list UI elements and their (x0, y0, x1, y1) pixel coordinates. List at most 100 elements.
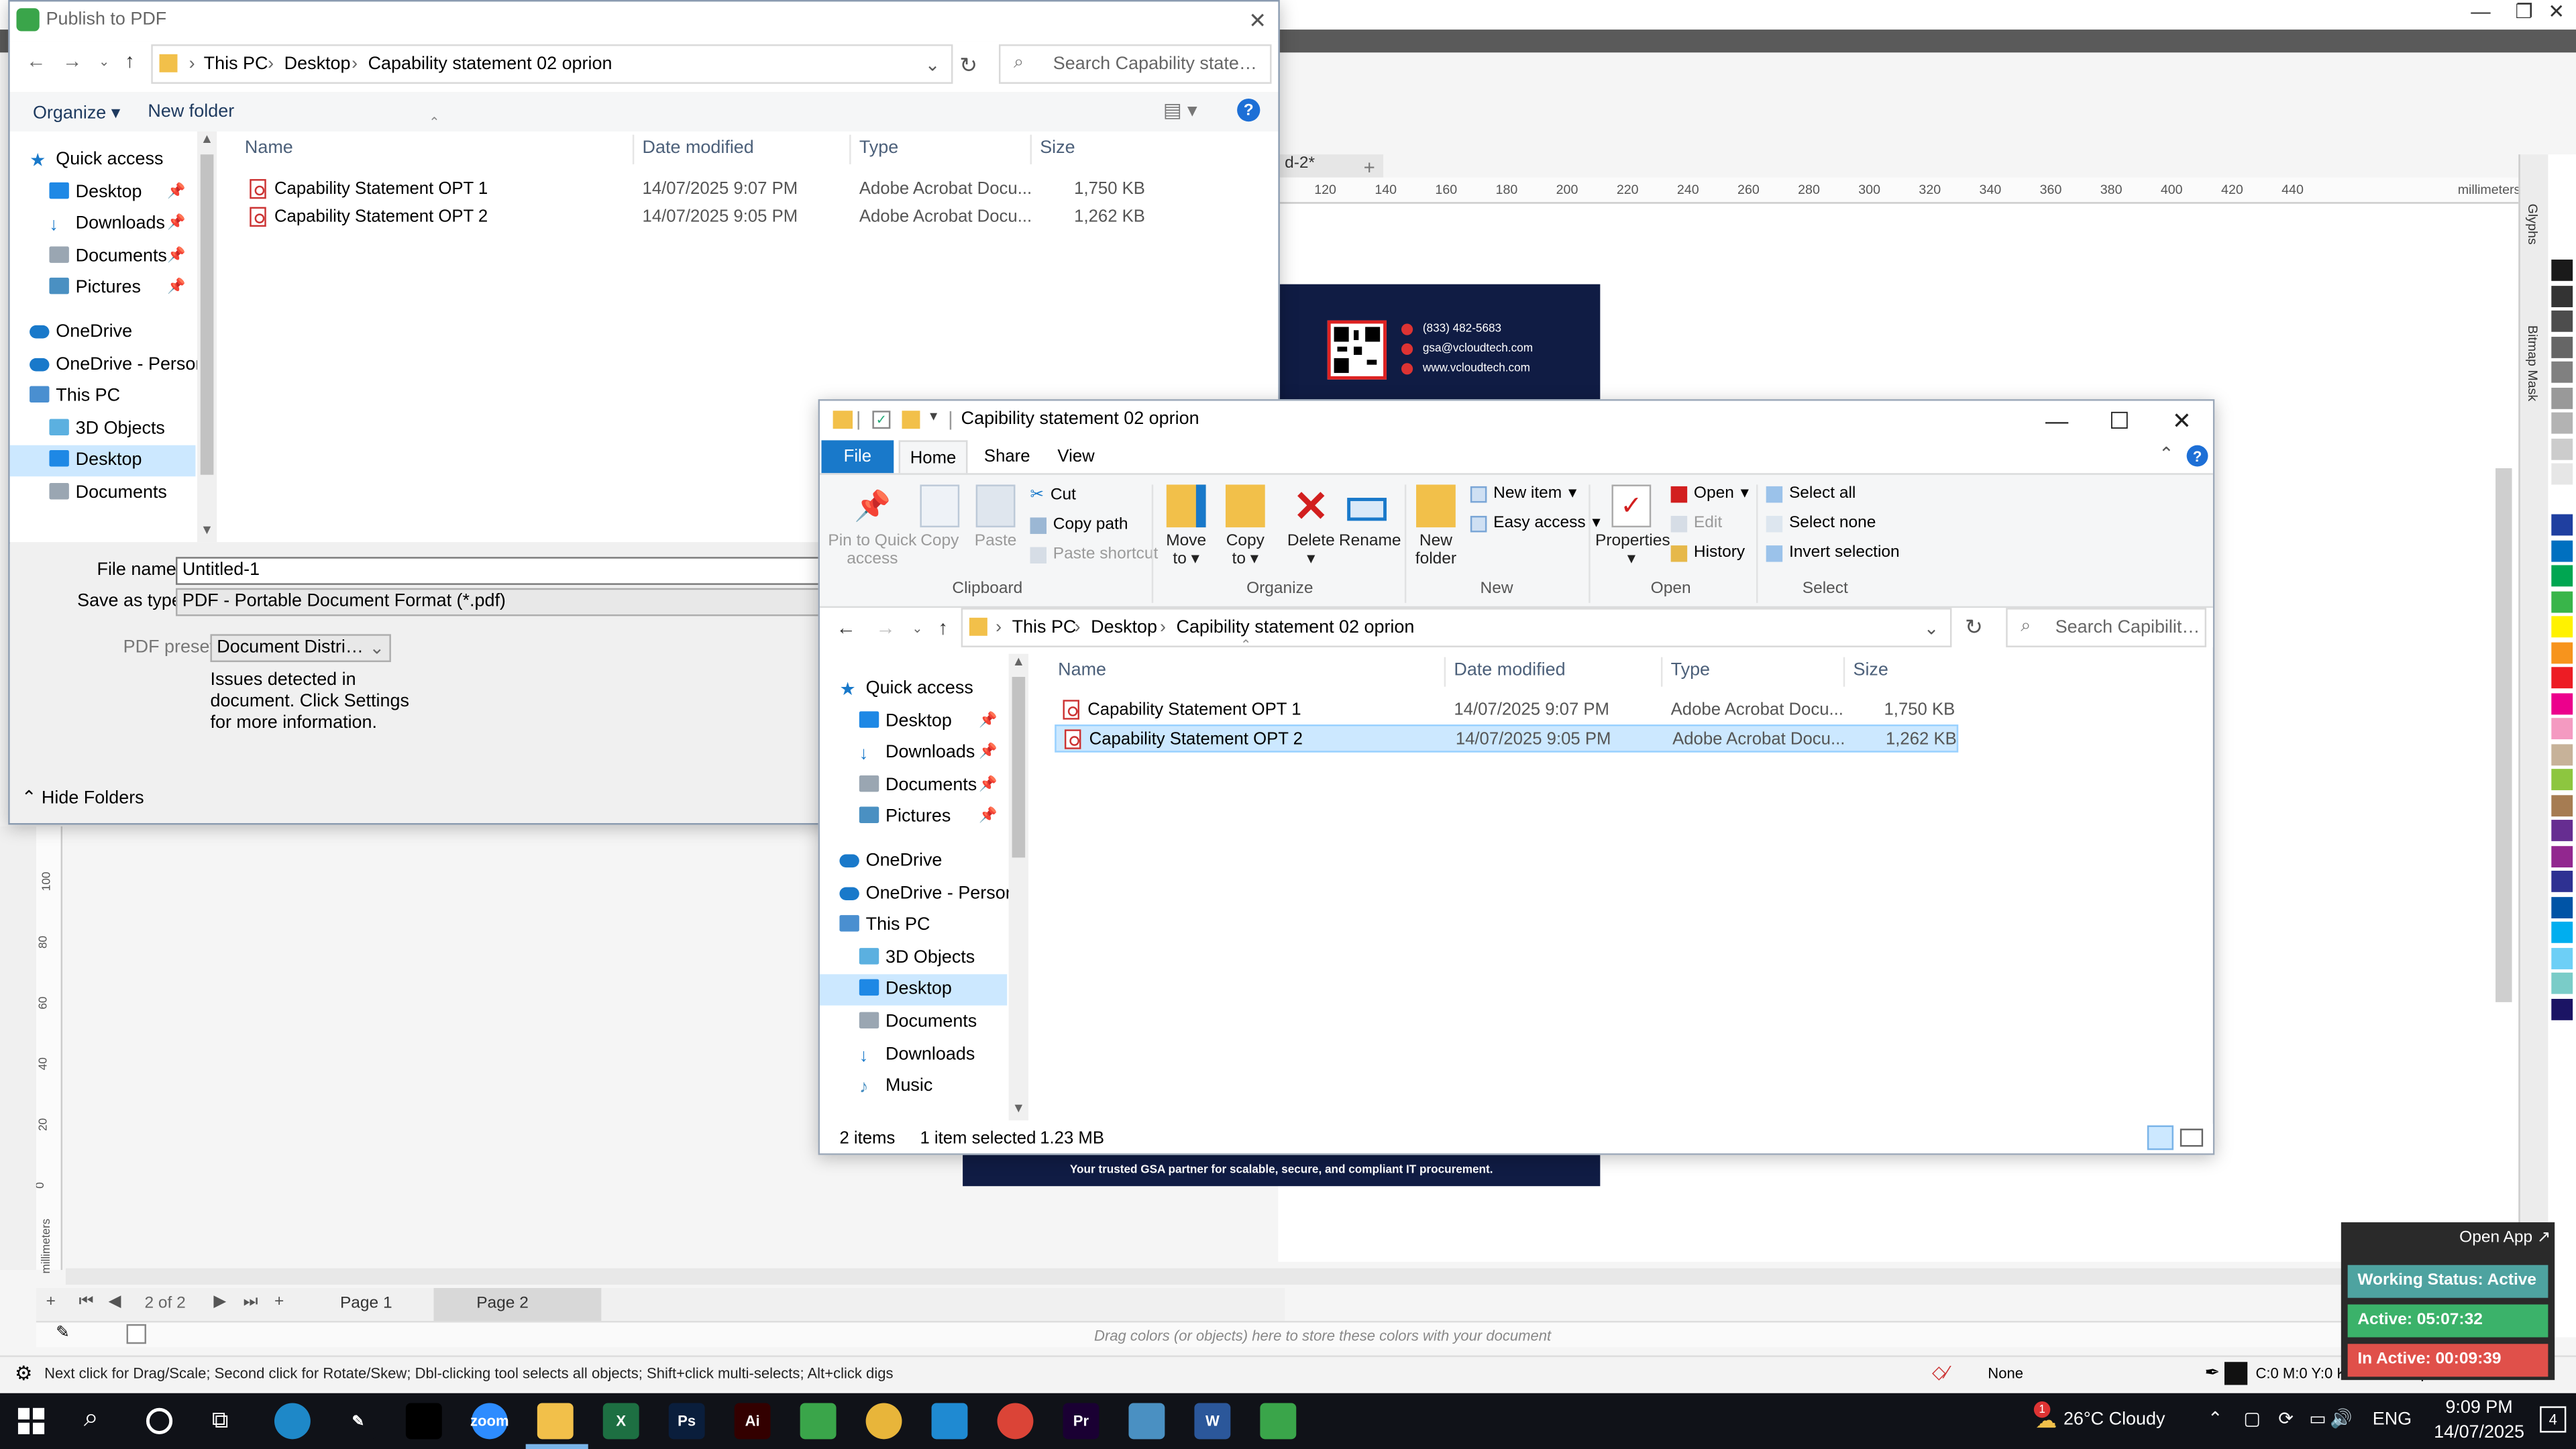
new-folder-button[interactable]: New folder (1411, 484, 1460, 568)
vertical-scrollbar[interactable] (2496, 468, 2512, 1002)
color-swatch[interactable] (2551, 870, 2573, 892)
color-swatch[interactable] (2551, 386, 2573, 409)
add-tab-icon[interactable]: + (1364, 156, 1375, 179)
properties-check-icon[interactable]: ✓ (872, 411, 891, 429)
copy-path-button[interactable]: Copy path (1030, 516, 1128, 534)
column-header-date-modified[interactable]: Date modified (1454, 660, 1565, 680)
copy-button[interactable]: Copy (915, 484, 964, 550)
copy-to-button[interactable]: Copy to ▾ (1218, 484, 1273, 568)
first-page-icon[interactable]: ⏮ (79, 1293, 94, 1311)
address-bar[interactable]: › This PC › Desktop › Capability stateme… (151, 44, 953, 84)
save-type-select[interactable]: PDF - Portable Document Format (*.pdf) (176, 588, 850, 616)
quick-access-dropdown-icon[interactable]: ▾ (930, 407, 937, 425)
column-header-size[interactable]: Size (1853, 660, 1888, 680)
pin-icon[interactable]: 📌 (979, 743, 997, 761)
column-divider[interactable] (632, 134, 635, 164)
file-row[interactable]: Capability Statement OPT 1 14/07/2025 9:0… (241, 176, 1161, 204)
zoom-icon[interactable]: zoom (470, 1403, 509, 1440)
page-tab-2[interactable]: Page 2 (433, 1288, 602, 1321)
nav-item-pictures[interactable]: Pictures 📌 (10, 273, 196, 305)
nav-item-music[interactable]: ♪ Music (820, 1071, 1007, 1103)
delete-button[interactable]: ✕ Delete ▾ (1283, 484, 1339, 568)
edit-button[interactable]: Edit (1670, 515, 1722, 532)
next-page-icon[interactable]: ▶ (213, 1293, 226, 1311)
nav-scrollbar[interactable]: ▲ ▼ (1008, 653, 1029, 1121)
nav-item-desktop[interactable]: Desktop 📌 (10, 176, 196, 208)
chevron-down-icon[interactable]: ⌄ (925, 54, 941, 75)
new-folder-button[interactable]: New folder (148, 102, 234, 121)
nav-item-desktop[interactable]: Desktop (820, 975, 1008, 1006)
nav-item-quick-access[interactable]: ★ Quick access (820, 674, 1007, 705)
minimize-icon[interactable]: — (2026, 401, 2088, 441)
cortana-icon[interactable] (146, 1407, 173, 1434)
color-swatch[interactable] (2551, 361, 2573, 383)
maximize-icon[interactable]: ☐ (2088, 401, 2151, 441)
view-options-icon[interactable]: ▤ ▾ (1163, 99, 1197, 121)
dropper-icon[interactable]: ✎ (56, 1324, 70, 1342)
forward-icon[interactable]: → (62, 49, 82, 72)
pin-quick-access-button[interactable]: 📌 Pin to Quick access (826, 484, 918, 569)
nav-item-onedrive[interactable]: OneDrive (10, 317, 196, 349)
forward-icon[interactable]: → (875, 616, 895, 639)
close-icon[interactable]: ✕ (2548, 0, 2565, 23)
organize-button[interactable]: Organize ▾ (33, 102, 120, 123)
refresh-icon[interactable]: ↻ (959, 52, 977, 78)
add-page-icon[interactable]: + (274, 1293, 284, 1311)
color-swatch[interactable] (2551, 259, 2573, 281)
rename-button[interactable]: Rename (1339, 484, 1401, 550)
select-none-button[interactable]: Select none (1766, 515, 1876, 532)
column-divider[interactable] (1030, 134, 1032, 164)
cut-button[interactable]: ✂ Cut (1030, 486, 1076, 504)
color-swatch[interactable] (2551, 667, 2573, 689)
restore-icon[interactable]: ❐ (2515, 0, 2532, 23)
file-row[interactable]: Capability Statement OPT 2 14/07/2025 9:0… (1055, 724, 1959, 753)
recent-icon[interactable]: ⌄ (912, 621, 922, 636)
file-row[interactable]: Capability Statement OPT 1 14/07/2025 9:0… (1055, 696, 1958, 724)
nav-item-onedrive-person[interactable]: OneDrive - Person (820, 878, 1016, 910)
task-view-icon[interactable]: ⧉ (212, 1406, 228, 1434)
weather-text[interactable]: 26°C Cloudy (2063, 1409, 2182, 1429)
color-swatch[interactable] (2551, 437, 2573, 460)
column-header-type[interactable]: Type (1671, 660, 1710, 680)
search-input[interactable]: ⌕ Search Capability statement ... (998, 44, 1272, 84)
nav-item-this-pc[interactable]: This PC (10, 382, 196, 413)
last-page-icon[interactable]: ⏭ (243, 1293, 258, 1311)
easy-access-button[interactable]: Easy access ▾ (1470, 515, 1601, 532)
up-icon[interactable]: ↑ (125, 49, 135, 72)
color-swatch[interactable] (2551, 590, 2573, 612)
color-swatch[interactable] (2551, 769, 2573, 790)
clock-date[interactable]: 14/07/2025 (2425, 1423, 2534, 1442)
illustrator-icon[interactable]: Ai (734, 1403, 771, 1440)
column-header-size[interactable]: Size (1040, 138, 1075, 158)
paste-shortcut-button[interactable]: Paste shortcut (1030, 545, 1158, 564)
recent-icon[interactable]: ⌄ (99, 54, 109, 69)
sync-icon[interactable]: ⟳ (2278, 1408, 2294, 1429)
invert-selection-button[interactable]: Invert selection (1766, 544, 1900, 562)
pdf-preset-select[interactable]: Document Distributio ⌄ (210, 634, 391, 662)
new-folder-icon[interactable] (902, 411, 920, 429)
new-item-button[interactable]: New item ▾ (1470, 484, 1576, 502)
language-indicator[interactable]: ENG (2373, 1409, 2412, 1429)
tab-view[interactable]: View (1043, 440, 1109, 473)
notification-icon[interactable]: 4 (2540, 1406, 2567, 1433)
history-button[interactable]: History (1670, 544, 1745, 562)
nav-item-downloads[interactable]: ↓ Downloads 📌 (10, 209, 196, 240)
horizontal-scrollbar[interactable] (65, 1268, 2514, 1285)
collapse-ribbon-icon[interactable]: ⌃ (2159, 443, 2174, 465)
crumb-desktop[interactable]: Desktop (284, 54, 351, 74)
color-swatch[interactable] (2551, 692, 2573, 714)
plus-icon[interactable]: + (46, 1293, 56, 1311)
color-swatch[interactable] (2551, 718, 2573, 740)
close-icon[interactable]: ✕ (2151, 401, 2213, 441)
chrome-profile-icon[interactable] (997, 1403, 1034, 1440)
large-icons-view-icon[interactable] (2180, 1128, 2204, 1147)
windows-start-icon[interactable] (17, 1407, 45, 1434)
word-icon[interactable]: W (1194, 1403, 1231, 1440)
color-swatch[interactable] (2551, 463, 2573, 485)
nav-item-3d-objects[interactable]: 3D Objects (820, 943, 1007, 974)
select-all-button[interactable]: Select all (1766, 484, 1856, 502)
back-icon[interactable]: ← (26, 49, 46, 72)
color-swatch[interactable] (2551, 896, 2573, 918)
pin-icon[interactable]: 📌 (167, 182, 185, 200)
color-swatch[interactable] (2551, 921, 2573, 943)
